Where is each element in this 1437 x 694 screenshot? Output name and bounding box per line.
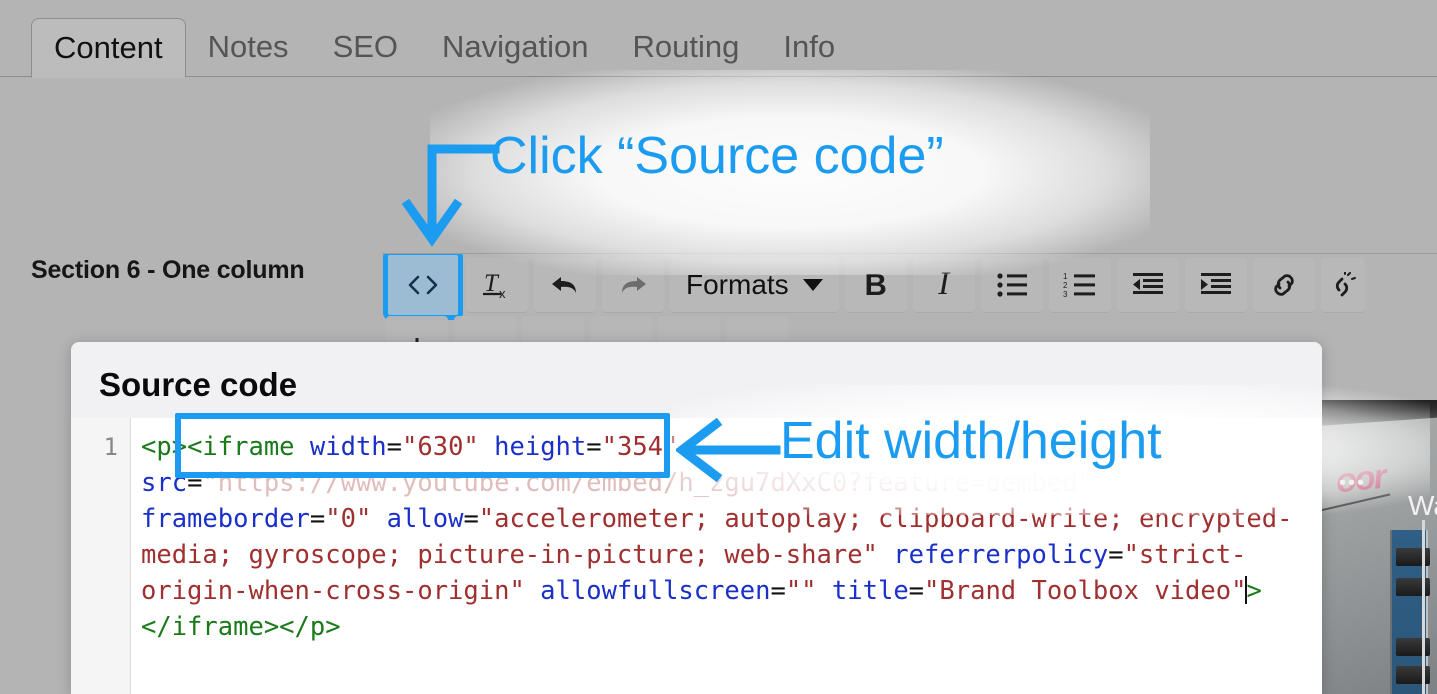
formats-label: Formats	[686, 268, 789, 300]
italic-icon: I	[938, 266, 950, 302]
formats-dropdown[interactable]: Formats	[670, 257, 839, 313]
thumbnail-rail	[1422, 520, 1425, 694]
code-token-attr-height: height	[494, 432, 587, 462]
tab-info[interactable]: Info	[761, 31, 857, 77]
screenshot-root: Content Notes SEO Navigation Routing Inf…	[0, 0, 1437, 694]
svg-text:3: 3	[1063, 290, 1068, 298]
source-code-button[interactable]	[383, 254, 463, 320]
line-number: 1	[103, 433, 118, 461]
code-token-attr-frameborder: frameborder	[141, 504, 310, 534]
tab-notes[interactable]: Notes	[186, 31, 311, 77]
tab-navigation[interactable]: Navigation	[420, 31, 610, 77]
tab-seo-label: SEO	[332, 29, 399, 64]
tab-content-label: Content	[54, 30, 163, 65]
source-code-dialog: Source code 1 <p><iframe width="630" hei…	[71, 342, 1322, 694]
redo-arrow-icon	[622, 276, 646, 293]
thumbnail-more-dots: •••	[1339, 472, 1367, 494]
toolbar-row-primary: T x Formats B I 1 2 3	[382, 254, 1437, 320]
editor-tab-bar: Content Notes SEO Navigation Routing Inf…	[0, 0, 1437, 78]
code-token-attr-width: width	[309, 432, 387, 462]
outdent-icon	[1132, 272, 1163, 294]
redo-button[interactable]	[602, 257, 664, 313]
video-thumbnail-preview: oor ••• Wat	[1318, 400, 1437, 694]
code-token-iframe-close: </iframe>	[141, 612, 280, 642]
bullet-list-icon	[997, 272, 1027, 297]
code-token-attr-allowfullscreen: allowfullscreen	[540, 576, 771, 606]
undo-button[interactable]	[534, 257, 596, 313]
code-token-p-close: </p>	[279, 612, 341, 642]
bold-button[interactable]: B	[844, 257, 907, 313]
link-chain-icon	[1273, 273, 1294, 296]
code-token-val-src: "https://www.youtube.com/embed/h_zgu7dXx…	[202, 468, 1093, 498]
clear-formatting-button[interactable]: T x	[466, 257, 528, 313]
link-button[interactable]	[1252, 257, 1315, 313]
tab-routing-label: Routing	[632, 29, 740, 64]
undo-arrow-icon	[552, 276, 576, 293]
chevron-down-icon	[802, 278, 823, 291]
unlink-button[interactable]	[1320, 257, 1365, 313]
tab-content[interactable]: Content	[31, 18, 186, 78]
tab-navigation-label: Navigation	[442, 29, 589, 64]
svg-text:1: 1	[1063, 272, 1068, 281]
code-token-val-width: "630"	[402, 432, 479, 462]
tab-notes-label: Notes	[207, 29, 289, 64]
code-token-gt: >	[1246, 576, 1262, 606]
click-source-code-annotation: Click “Source code”	[490, 127, 944, 185]
code-token-attr-src: src	[141, 468, 188, 498]
edit-width-height-annotation: Edit width/height	[780, 412, 1162, 470]
code-token-p-open: <p>	[141, 432, 188, 462]
code-token-attr-referrerpolicy: referrerpolicy	[893, 540, 1109, 570]
bullet-list-button[interactable]	[980, 257, 1043, 313]
code-token-attr-title: title	[831, 576, 909, 606]
italic-button[interactable]: I	[912, 257, 975, 313]
svg-text:x: x	[499, 286, 506, 301]
code-token-val-height: "354"	[601, 432, 679, 462]
code-token-val-frameborder: "0"	[325, 504, 372, 534]
tab-seo[interactable]: SEO	[311, 31, 420, 77]
code-token-val-title: "Brand Toolbox video"	[924, 576, 1247, 606]
tab-routing[interactable]: Routing	[611, 31, 762, 77]
dialog-title: Source code	[99, 366, 298, 403]
code-token-val-allowfullscreen: ""	[785, 576, 817, 606]
clear-format-icon: T x	[483, 270, 506, 301]
code-brackets-icon	[408, 275, 438, 294]
indent-button[interactable]	[1184, 257, 1247, 313]
svg-text:2: 2	[1063, 281, 1068, 290]
section-title: Section 6 - One column	[31, 256, 305, 284]
outdent-button[interactable]	[1116, 257, 1179, 313]
bold-icon: B	[864, 266, 887, 302]
indent-icon	[1200, 272, 1231, 294]
thumbnail-watch-label: Wat	[1408, 490, 1437, 521]
unlink-icon	[1335, 271, 1356, 296]
line-number-gutter: 1	[71, 418, 131, 694]
code-token-iframe-open: <iframe	[187, 432, 310, 462]
numbered-list-icon: 1 2 3	[1063, 272, 1095, 298]
tab-info-label: Info	[783, 29, 836, 64]
code-token-attr-allow: allow	[386, 504, 464, 534]
numbered-list-button[interactable]: 1 2 3	[1048, 257, 1111, 313]
